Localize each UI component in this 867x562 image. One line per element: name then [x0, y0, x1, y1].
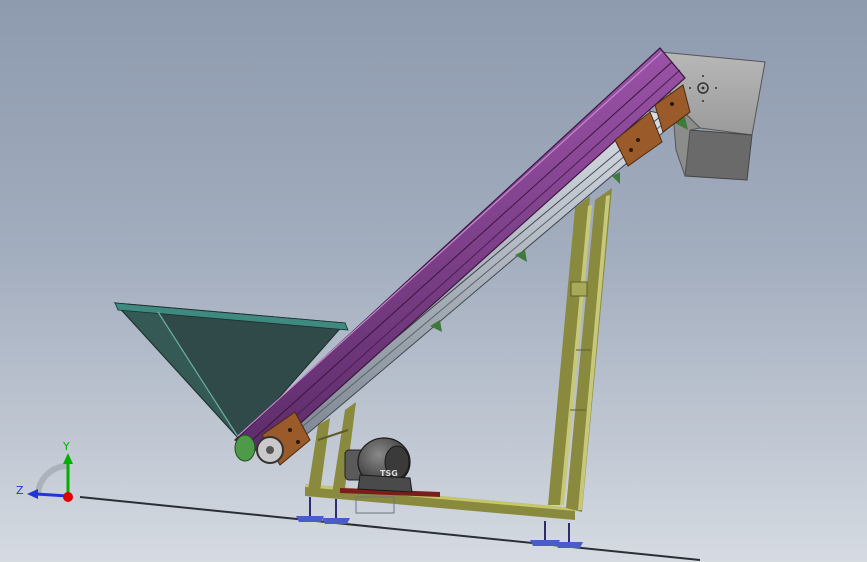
z-axis-head — [27, 489, 38, 499]
leveling-foot — [555, 523, 583, 548]
conveyor-rail — [284, 109, 682, 441]
y-axis-label: Y — [62, 440, 70, 453]
ground-line — [79, 496, 701, 561]
drive-motor: TSG — [340, 437, 440, 497]
view-triad[interactable]: Y Z — [16, 440, 73, 502]
cad-viewport[interactable]: TSG Y Z — [0, 0, 867, 562]
leveling-foot — [296, 497, 324, 522]
conveyor-3d-model[interactable]: TSG Y Z — [0, 0, 867, 562]
z-axis-label: Z — [16, 484, 24, 497]
motor-brand-label: TSG — [380, 469, 398, 478]
rear-support-frame — [548, 188, 612, 512]
conveyor-belt — [233, 47, 686, 456]
leveling-foot — [322, 499, 350, 524]
y-axis-head — [63, 453, 73, 464]
x-axis-dot — [63, 492, 73, 502]
